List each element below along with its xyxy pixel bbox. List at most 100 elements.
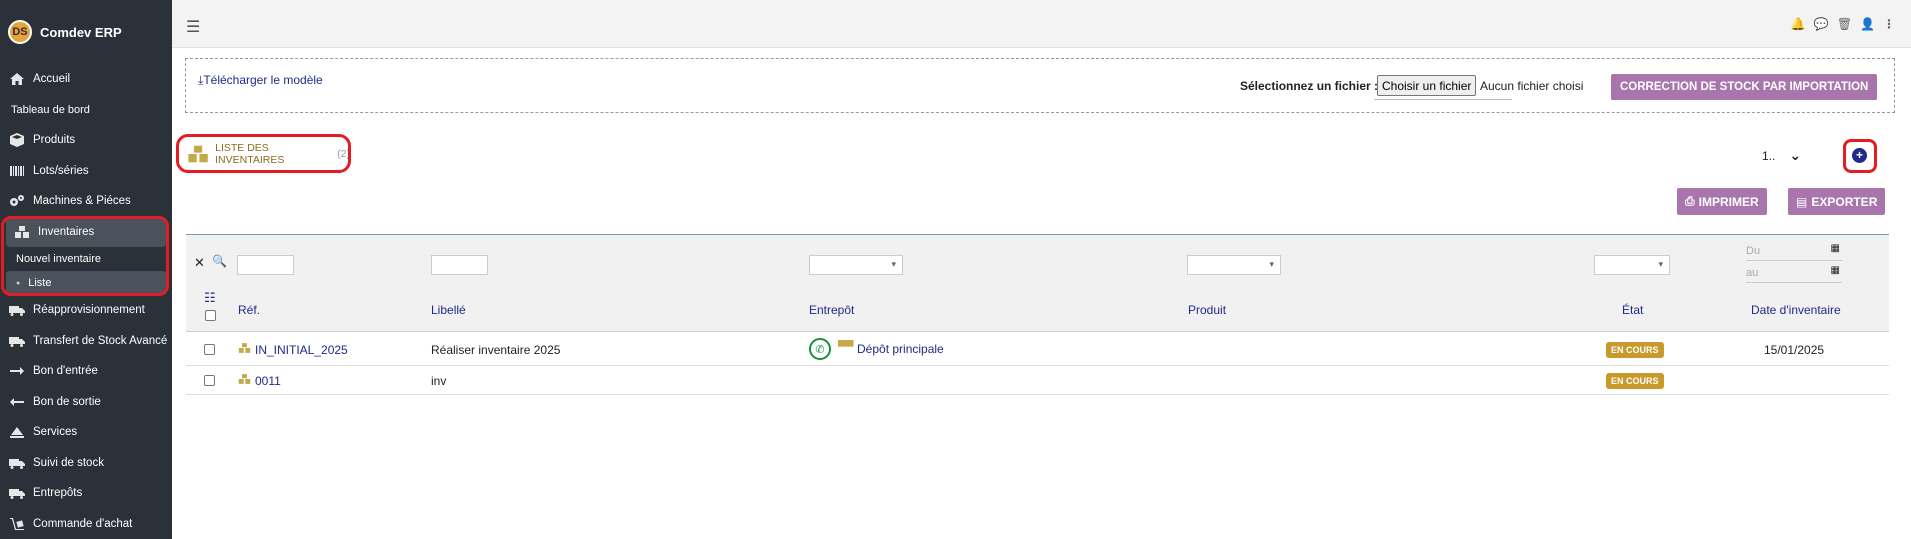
download-template-label: Télécharger le modèle [203,73,323,87]
stock-correction-import-button[interactable]: CORRECTION DE STOCK PAR IMPORTATION [1611,74,1878,100]
row-checkbox[interactable] [204,375,215,386]
chevron-down-icon: ⌄ [1789,147,1802,163]
user-avatar-icon[interactable]: 👤 [1860,17,1875,31]
sidebar-item-label: Machines & Piéces [33,195,131,208]
date-to-placeholder: au [1746,267,1759,279]
warehouse-icon [9,489,25,500]
sidebar-item-lots-series[interactable]: Lots/séries [0,156,172,187]
table-row[interactable]: IN_INITIAL_2025 Réaliser inventaire 2025… [186,332,1889,366]
arrow-left-icon [10,397,24,406]
table-row[interactable]: 0011 inv EN COURS [186,366,1889,395]
filter-warehouse-select[interactable] [809,255,903,275]
export-button[interactable]: ▤ EXPORTER [1788,188,1886,215]
clear-filter-icon[interactable]: ✕ [194,255,205,271]
print-button[interactable]: ⎙ IMPRIMER [1677,188,1767,215]
row-label: inv [431,374,447,388]
sidebar-item-accueil[interactable]: Accueil [0,64,172,95]
page-size-select[interactable]: 1.. ⌄ [1762,147,1801,164]
list-count: (2) [337,148,350,160]
add-inventory-button[interactable]: + [1852,148,1867,163]
sidebar-item-machines[interactable]: Machines & Piéces [0,186,172,217]
export-label: EXPORTER [1811,194,1878,209]
home-icon [10,73,24,86]
truck-icon [9,306,25,317]
brand-logo: DS [8,20,32,44]
choose-file-button[interactable]: Choisir un fichier [1377,75,1477,96]
print-label: IMPRIMER [1698,194,1759,209]
filter-product-select[interactable] [1187,255,1281,275]
col-header-label[interactable]: Libellé [431,303,466,317]
row-date: 15/01/2025 [1764,343,1825,357]
filter-status-select[interactable] [1594,255,1670,275]
list-title: LISTE DES INVENTAIRES [215,142,285,166]
brand[interactable]: DS Comdev ERP [0,0,172,64]
inventory-icon [238,373,251,388]
sidebar-item-label: Nouvel inventaire [16,253,101,265]
col-header-status[interactable]: État [1622,303,1643,317]
boxes-icon [188,145,208,163]
calendar-icon[interactable]: ▦ [1831,243,1840,254]
filter-date-to[interactable]: au ▦ [1746,265,1842,283]
sidebar-item-label: Bon d'entrée [33,365,98,378]
sidebar-item-label: Réapprovisionnement [33,304,145,317]
download-template-link[interactable]: ⤓Télécharger le modèle [198,73,323,88]
sidebar-item-transfert-stock[interactable]: Transfert de Stock Avancé [0,326,172,357]
bell-icon[interactable]: 🔔 [1791,17,1806,31]
hamburger-icon[interactable]: ☰ [186,17,200,37]
sidebar-item-label: Bon de sortie [33,395,101,408]
dolly-icon [10,517,24,530]
sidebar-item-entrepots[interactable]: Entrepôts [0,478,172,509]
col-header-warehouse[interactable]: Entrepôt [809,303,854,317]
sidebar-item-services[interactable]: Services [0,417,172,448]
sidebar: DS Comdev ERP Accueil Tableau de bord Pr… [0,0,172,539]
row-ref-link[interactable]: 0011 [255,374,281,388]
chat-icon[interactable]: 💬 [1814,17,1829,31]
inventory-table: ✕ 🔍 Du ▦ au ▦ ☷ Réf. Libellé Entrepôt Pr… [186,234,1889,395]
inventory-icon [238,342,251,357]
whatsapp-icon[interactable]: ✆ [809,338,831,360]
filter-row: ✕ 🔍 Du ▦ au ▦ [186,234,1889,288]
barcode-icon [10,165,24,176]
file-underline [1374,99,1512,100]
calendar-icon[interactable]: ▦ [1831,265,1840,276]
sidebar-item-reapprovisionnement[interactable]: Réapprovisionnement [0,295,172,326]
sidebar-item-suivi-stock[interactable]: Suivi de stock [0,448,172,479]
sidebar-item-label: Lots/séries [33,164,89,177]
trash-icon[interactable]: 🗑 [1837,17,1852,31]
sidebar-item-inventaires[interactable]: Inventaires [6,216,166,247]
topbar: ☰ 🔔 💬 🗑 👤 ⋮ [172,0,1911,48]
col-header-ref[interactable]: Réf. [238,303,260,317]
list-header: LISTE DES INVENTAIRES (2) [181,136,350,172]
page-size-value: 1.. [1762,148,1776,163]
col-header-product[interactable]: Produit [1188,303,1226,317]
row-warehouse-link[interactable]: Dépôt principale [857,342,944,356]
row-checkbox[interactable] [204,344,215,355]
sidebar-item-bon-entree[interactable]: Bon d'entrée [0,356,172,387]
file-status: Aucun fichier choisi [1480,79,1584,93]
sidebar-item-nouvel-inventaire[interactable]: Nouvel inventaire [0,247,172,271]
file-label: Sélectionnez un fichier : [1240,79,1379,93]
select-all-checkbox[interactable] [205,310,216,321]
bullet-icon: ● [16,279,21,287]
sidebar-item-label: Produits [33,134,76,147]
brand-name: Comdev ERP [40,24,122,40]
search-icon[interactable]: 🔍 [212,254,227,268]
col-header-date[interactable]: Date d'inventaire [1751,303,1841,317]
printer-icon: ⎙ [1685,194,1695,208]
sidebar-item-tableau-de-bord[interactable]: Tableau de bord [0,95,172,126]
sidebar-item-liste[interactable]: ● Liste [6,271,166,295]
filter-label-input[interactable] [431,255,488,275]
sidebar-item-bon-sortie[interactable]: Bon de sortie [0,387,172,418]
sidebar-item-label: Transfert de Stock Avancé [33,334,168,347]
filter-date-from[interactable]: Du ▦ [1746,243,1842,261]
sidebar-item-label: Services [33,426,78,439]
services-icon [10,427,24,439]
sidebar-item-commande-achat[interactable]: Commande d'achat [0,509,172,539]
more-vertical-icon[interactable]: ⋮ [1883,17,1895,31]
sidebar-item-label: Inventaires [38,225,95,238]
sidebar-item-produits[interactable]: Produits [0,125,172,156]
filter-ref-input[interactable] [237,255,294,275]
cogs-icon [10,195,24,207]
row-ref-link[interactable]: IN_INITIAL_2025 [255,343,348,357]
list-columns-icon[interactable]: ☷ [204,290,216,306]
